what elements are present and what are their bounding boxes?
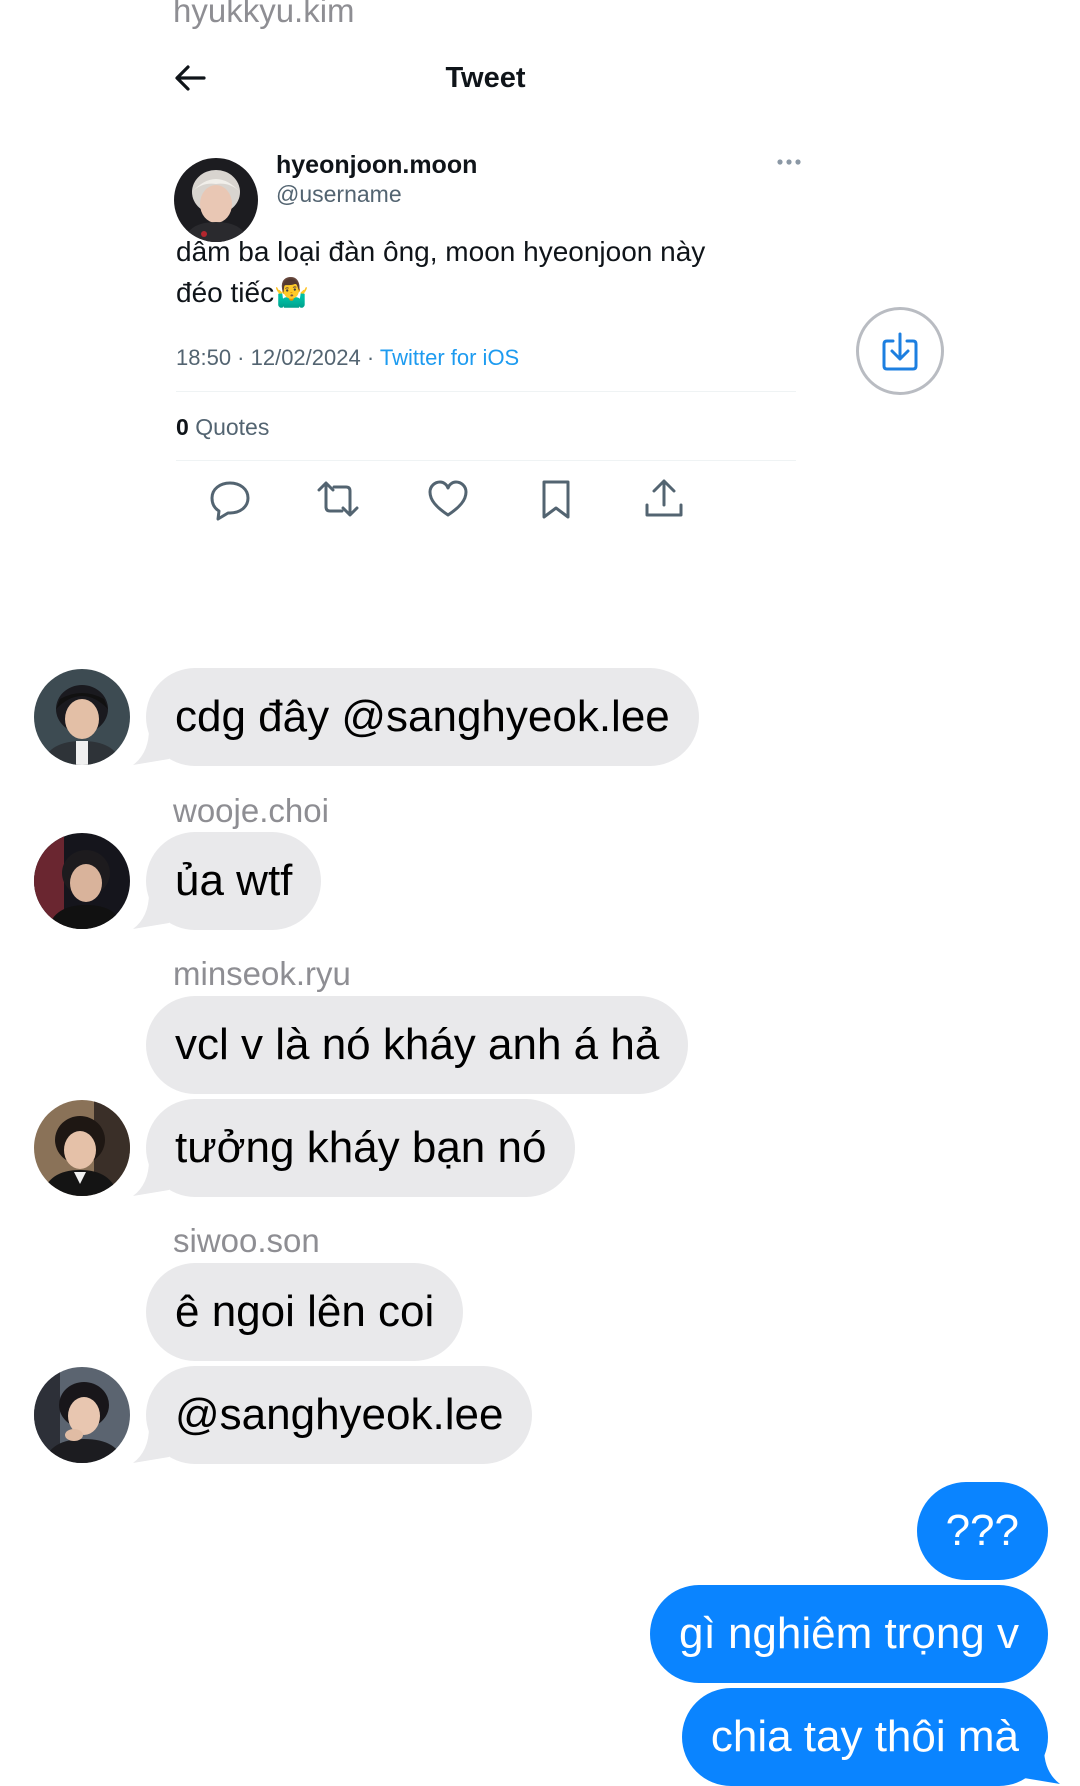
quotes-label: Quotes — [195, 414, 270, 440]
download-icon — [882, 332, 918, 371]
tweet-timestamp: 18:50 · 12/02/2024 · — [176, 345, 380, 370]
sender-label: minseok.ryu — [173, 955, 351, 992]
tweet-text-line1: dâm ba loại đàn ông, moon hyeonjoon này — [176, 236, 706, 267]
more-options-icon[interactable] — [776, 152, 802, 172]
like-heart-icon[interactable] — [426, 477, 470, 521]
save-media-button[interactable] — [856, 307, 944, 395]
message-bubble[interactable]: vcl v là nó kháy anh á hả — [146, 996, 689, 1094]
sender-label: wooje.choi — [173, 792, 329, 829]
avatar[interactable] — [34, 1100, 130, 1196]
tweet-source-link[interactable]: Twitter for iOS — [380, 345, 519, 370]
quotes-number: 0 — [176, 414, 189, 440]
tweet-meta: 18:50 · 12/02/2024 · Twitter for iOS — [176, 345, 519, 371]
outgoing-message-bubble[interactable]: ??? — [916, 1482, 1048, 1580]
shared-tweet-card[interactable]: Tweet hyeonjoon.moon @username dâm ba lo… — [148, 40, 823, 615]
author-handle[interactable]: @username — [276, 181, 402, 208]
message-bubble[interactable]: ê ngoi lên coi — [146, 1263, 464, 1361]
author-display-name[interactable]: hyeonjoon.moon — [276, 151, 477, 180]
tweet-divider — [176, 460, 796, 461]
sender-label: hyukkyu.kim — [173, 0, 355, 29]
author-avatar[interactable] — [174, 158, 258, 242]
tweet-header-title: Tweet — [445, 62, 526, 94]
avatar[interactable] — [34, 833, 130, 929]
message-bubble[interactable]: @sanghyeok.lee — [146, 1366, 533, 1464]
share-upload-icon[interactable] — [642, 477, 686, 521]
avatar[interactable] — [34, 1367, 130, 1463]
message-bubble[interactable]: cdg đây @sanghyeok.lee — [146, 668, 699, 766]
outgoing-message-bubble[interactable]: chia tay thôi mà — [681, 1688, 1048, 1786]
shrug-emoji: 🤷‍♂️ — [274, 277, 309, 308]
avatar[interactable] — [34, 669, 130, 765]
tweet-divider — [176, 391, 796, 392]
reply-icon[interactable] — [208, 477, 252, 521]
message-bubble[interactable]: tưởng kháy bạn nó — [146, 1099, 576, 1197]
tweet-text-line2-text: đéo tiếc — [176, 277, 275, 308]
sender-label: siwoo.son — [173, 1222, 320, 1259]
quotes-count[interactable]: 0 Quotes — [176, 414, 269, 441]
bookmark-icon[interactable] — [534, 477, 578, 521]
message-bubble[interactable]: ủa wtf — [146, 832, 322, 930]
outgoing-message-bubble[interactable]: gì nghiêm trọng v — [650, 1585, 1048, 1683]
tweet-text-line2: đéo tiếc🤷‍♂️ — [176, 276, 309, 309]
retweet-icon[interactable] — [316, 477, 360, 521]
